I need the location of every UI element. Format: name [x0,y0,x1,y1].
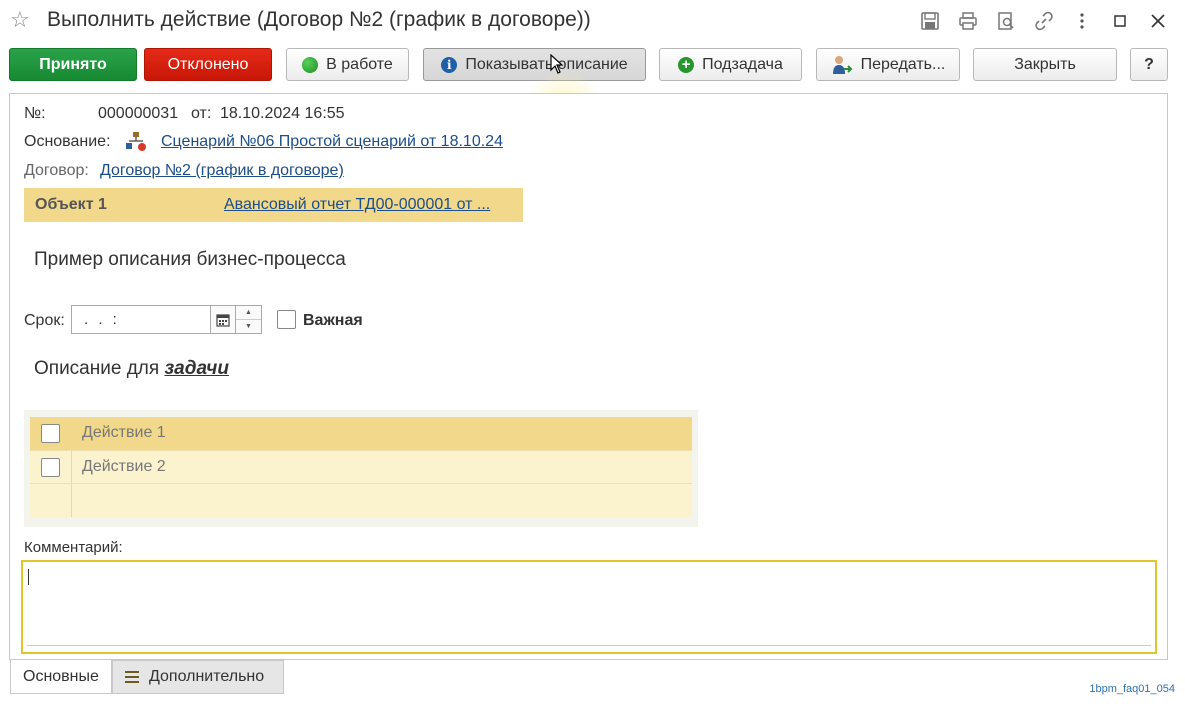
close-button-label: Закрыть [1014,55,1076,73]
important-label: Важная [303,312,363,329]
show-description-button-label: Показывать описание [465,55,628,73]
help-button[interactable]: ? [1130,48,1168,81]
window-title: Выполнить действие (Договор №2 (график в… [47,8,591,31]
scenario-icon [126,132,146,151]
tab-main[interactable]: Основные [10,660,112,694]
row-checkbox-cell [30,417,72,450]
basis-label: Основание: [24,133,111,150]
green-status-icon [302,56,319,73]
transfer-button[interactable]: Передать... [816,48,960,81]
deadline-spinner[interactable]: ▲ ▼ [235,305,262,334]
transfer-button-label: Передать... [860,55,946,73]
print-icon[interactable] [949,8,987,34]
action-1-label: Действие 1 [82,424,166,441]
title-bar: ☆ Выполнить действие (Договор №2 (график… [0,0,1185,42]
tab-additional[interactable]: Дополнительно [112,660,284,694]
maximize-icon[interactable] [1101,8,1139,34]
close-button[interactable]: Закрыть [973,48,1117,81]
close-icon[interactable] [1139,8,1177,34]
deadline-label: Срок: [24,312,65,329]
contract-link[interactable]: Договор №2 (график в договоре) [100,162,344,180]
command-bar: Принято Отклонено В работе i Показывать … [9,48,1179,150]
action-2-label: Действие 2 [82,458,166,475]
spin-down-icon[interactable]: ▼ [236,320,261,334]
list-icon [125,671,139,683]
accepted-button-label: Принято [39,55,107,73]
table-row-empty[interactable] [30,483,692,518]
task-description-prefix: Описание для [34,358,160,379]
save-icon[interactable] [911,8,949,34]
action-1-checkbox[interactable] [41,424,60,443]
date-from-label: от: [191,105,212,122]
number-value: 000000031 [98,105,179,122]
comment-input[interactable] [21,560,1157,654]
object-label: Объект 1 [35,196,107,213]
subtask-button[interactable]: + Подзадача [659,48,802,81]
watermark-label: 1bpm_faq01_054 [1089,683,1175,695]
task-description: Описание для задачи [34,358,229,380]
user-transfer-icon [832,55,853,74]
add-icon: + [678,56,695,73]
rejected-button-label: Отклонено [167,55,249,73]
row-checkbox-cell [30,484,72,517]
actions-table: Действие 1 Действие 2 [24,410,698,527]
info-icon: i [441,56,458,73]
mouse-cursor-icon [550,54,564,74]
more-icon[interactable] [1063,8,1101,34]
contract-label: Договор: [24,162,89,179]
text-caret [28,569,29,585]
main-panel: №: 000000031 от: 18.10.2024 16:55 Основа… [9,93,1168,660]
calendar-icon [216,313,230,327]
favorite-star-icon[interactable]: ☆ [10,7,30,33]
calendar-button[interactable] [210,305,236,334]
task-description-emphasis: задачи [164,358,229,379]
spin-up-icon[interactable]: ▲ [236,306,261,320]
tab-additional-label: Дополнительно [149,668,265,685]
action-2-checkbox[interactable] [41,458,60,477]
table-row[interactable]: Действие 1 [30,417,692,450]
comment-underline [27,645,1151,646]
window-controls [911,8,1177,34]
accepted-button[interactable]: Принято [9,48,137,81]
object-row: Объект 1 Авансовый отчет ТД00-000001 от … [24,188,523,222]
number-label: №: [24,105,46,122]
rejected-button[interactable]: Отклонено [144,48,272,81]
basis-link[interactable]: Сценарий №06 Простой сценарий от 18.10.2… [161,133,503,151]
deadline-input[interactable]: . . : [71,305,211,334]
link-icon[interactable] [1025,8,1063,34]
subtask-button-label: Подзадача [702,55,783,73]
table-row[interactable]: Действие 2 [30,450,692,484]
in-progress-button-label: В работе [326,55,393,73]
process-description: Пример описания бизнес-процесса [34,249,346,270]
comment-label: Комментарий: [24,539,123,556]
date-value: 18.10.2024 16:55 [220,105,345,122]
important-checkbox[interactable] [277,310,296,329]
tab-main-label: Основные [23,667,99,685]
show-description-button[interactable]: i Показывать описание [423,48,646,81]
object-link[interactable]: Авансовый отчет ТД00-000001 от ... [224,196,490,214]
help-button-label: ? [1144,55,1154,73]
preview-icon[interactable] [987,8,1025,34]
in-progress-button[interactable]: В работе [286,48,409,81]
row-checkbox-cell [30,451,72,484]
